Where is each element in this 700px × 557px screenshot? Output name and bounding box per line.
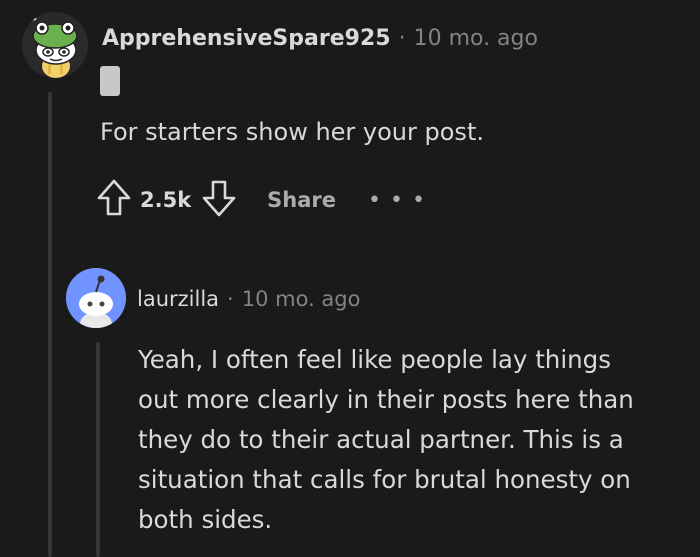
comment-body: For starters show her your post.: [100, 118, 484, 146]
reply-body-line: out more clearly in their posts here tha…: [138, 385, 634, 414]
meta-separator: ·: [398, 26, 406, 51]
reply-body-line: situation that calls for brutal honesty …: [138, 465, 631, 494]
default-snoo-icon: [66, 268, 126, 328]
username[interactable]: ApprehensiveSpare925: [102, 26, 391, 51]
thread-line-main[interactable]: [48, 92, 52, 557]
vote-count: 2.5k: [140, 188, 192, 212]
user-avatar[interactable]: [22, 12, 88, 78]
reply-user-avatar[interactable]: [66, 268, 126, 328]
comment-meta: ApprehensiveSpare925 · 10 mo. ago: [102, 26, 538, 51]
timestamp[interactable]: 10 mo. ago: [414, 26, 538, 51]
reply-meta: laurzilla · 10 mo. ago: [137, 287, 360, 311]
meta-separator: ·: [227, 287, 234, 311]
share-button[interactable]: Share: [267, 188, 336, 212]
reply-body-line: Yeah, I often feel like people lay thing…: [138, 345, 611, 374]
more-options-button[interactable]: • • •: [368, 188, 426, 213]
reply-body-line: they do to their actual partner. This is…: [138, 425, 624, 454]
downvote-icon[interactable]: [201, 178, 237, 222]
upvote-icon[interactable]: [96, 178, 132, 222]
reply-body: Yeah, I often feel like people lay thing…: [138, 340, 634, 540]
thread-line-reply[interactable]: [96, 342, 100, 557]
reply-timestamp[interactable]: 10 mo. ago: [242, 287, 361, 311]
comment-actions: 2.5k Share • • •: [96, 178, 426, 222]
reply-username[interactable]: laurzilla: [137, 287, 219, 311]
reply-body-line: both sides.: [138, 505, 273, 534]
snoo-frog-hat-icon: [22, 12, 88, 78]
user-flair: [100, 66, 120, 96]
